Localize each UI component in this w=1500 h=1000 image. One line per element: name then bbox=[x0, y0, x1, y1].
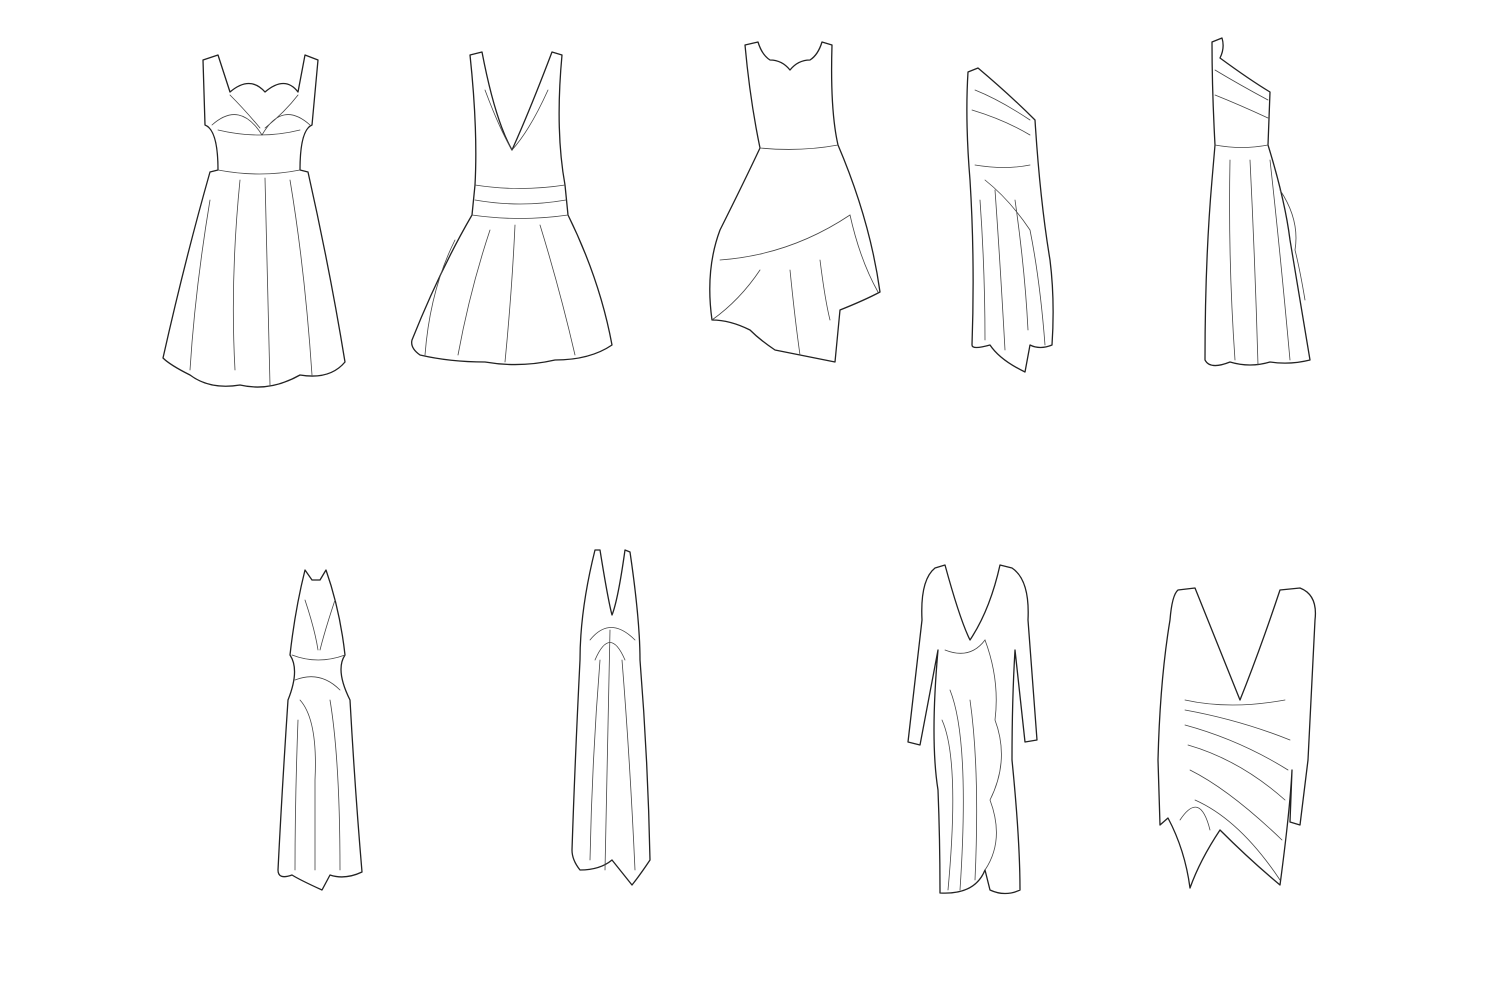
scalloped-asymmetric-dress bbox=[709, 41, 881, 363]
sweetheart-flared-dress bbox=[162, 54, 346, 388]
plunge-halter-gown bbox=[571, 549, 651, 886]
one-shoulder-ruffle-gown bbox=[1204, 37, 1311, 367]
v-neck-full-skirt-dress bbox=[411, 51, 613, 366]
long-sleeve-v-asymmetric-dress bbox=[1157, 587, 1317, 889]
dress-sketch-sheet bbox=[162, 37, 1317, 895]
halter-ruched-gown bbox=[277, 569, 363, 891]
long-sleeve-ruffle-dress bbox=[907, 564, 1038, 895]
one-shoulder-draped-gown bbox=[966, 67, 1054, 373]
